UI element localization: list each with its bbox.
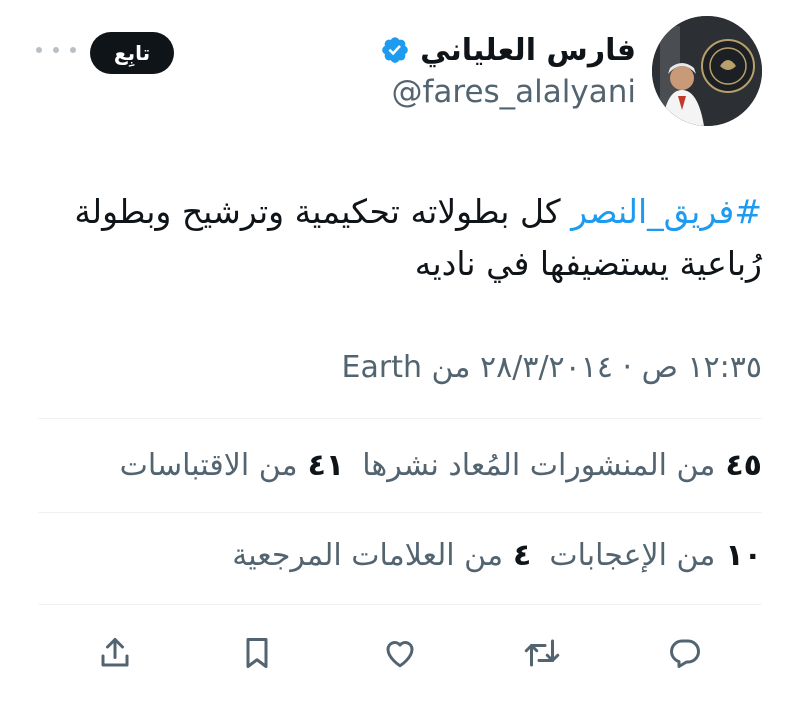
tweet-header: فارس العلياني @fares_alalyani تابِع [0, 0, 800, 140]
more-icon[interactable] [36, 40, 76, 60]
reply-icon [670, 639, 700, 668]
repost-icon [524, 639, 560, 667]
bookmarks-stat[interactable]: ٤من العلامات المرجعية [232, 538, 531, 573]
share-icon [101, 638, 129, 667]
author-handle[interactable]: @fares_alalyani [391, 74, 636, 110]
stats-row-likes: ١٠من الإعجابات ٤من العلامات المرجعية [232, 538, 762, 573]
reposts-stat[interactable]: ٤٥من المنشورات المُعاد نشرها [362, 448, 762, 483]
tweet-meta: ١٢:٣٥ ص · ٢٨/٣/٢٠١٤ من Earth [342, 350, 762, 385]
repost-button[interactable] [517, 628, 567, 678]
quotes-stat[interactable]: ٤١من الاقتباسات [120, 448, 345, 483]
avatar[interactable] [652, 16, 762, 126]
stats-row-reposts: ٤٥من المنشورات المُعاد نشرها ٤١من الاقتب… [120, 448, 762, 483]
display-name[interactable]: فارس العلياني [420, 33, 636, 68]
divider [38, 512, 762, 513]
timestamp[interactable]: ١٢:٣٥ ص · ٢٨/٣/٢٠١٤ من [432, 350, 762, 385]
source-label: Earth [341, 350, 422, 385]
divider [38, 418, 762, 419]
tweet-text: #فريق_النصر كل بطولاته تحكيمية وترشيح وب… [62, 186, 762, 290]
action-bar [0, 628, 800, 678]
hashtag-link[interactable]: #فريق_النصر [571, 192, 762, 231]
author-name-row: فارس العلياني [380, 28, 636, 72]
likes-stat[interactable]: ١٠من الإعجابات [549, 538, 762, 573]
verified-badge-icon [382, 37, 408, 63]
share-button[interactable] [90, 628, 140, 678]
divider [38, 604, 762, 605]
follow-button[interactable]: تابِع [90, 32, 174, 74]
bookmark-button[interactable] [232, 628, 282, 678]
reply-button[interactable] [660, 628, 710, 678]
like-button[interactable] [375, 628, 425, 678]
bookmark-icon [246, 638, 268, 668]
like-icon [386, 641, 414, 668]
